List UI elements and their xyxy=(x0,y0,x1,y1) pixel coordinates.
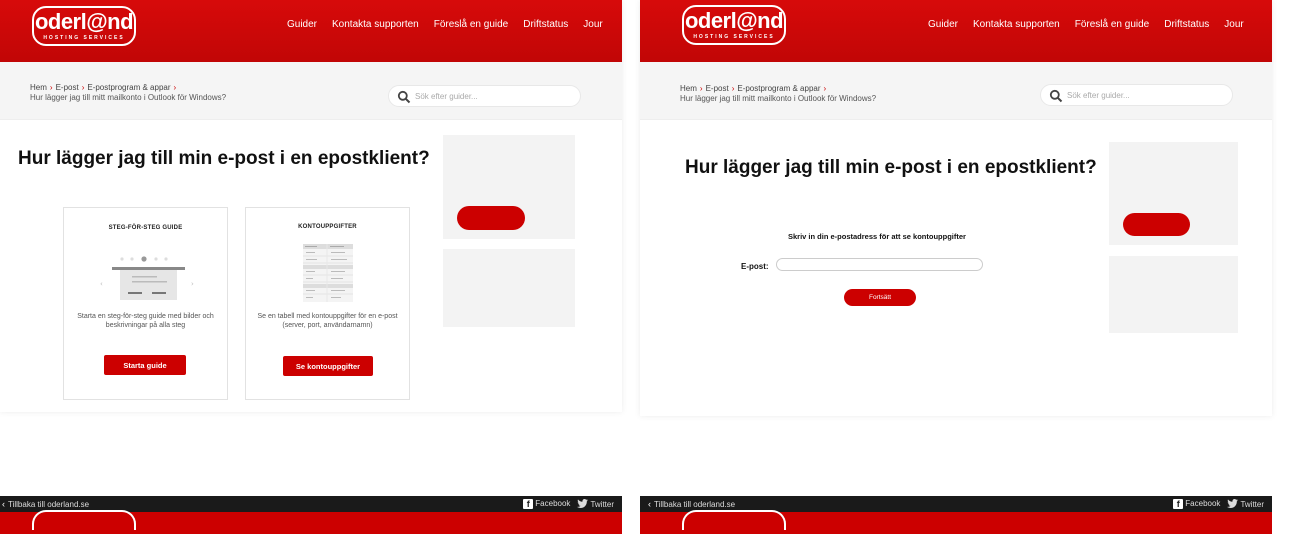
breadcrumb-epost[interactable]: E-post xyxy=(706,84,729,93)
nav-item-foresla-en-guide[interactable]: Föreslå en guide xyxy=(434,19,509,30)
back-to-oderland-link[interactable]: ‹ Tillbaka till oderland.se xyxy=(2,499,89,509)
show-account-details-button[interactable]: Se kontouppgifter xyxy=(283,356,373,376)
nav-item-driftstatus[interactable]: Driftstatus xyxy=(1164,19,1209,30)
chevron-right-icon: › xyxy=(81,83,85,92)
back-to-oderland-link[interactable]: ‹ Tillbaka till oderland.se xyxy=(648,499,735,509)
sidebar-placeholder-box xyxy=(443,249,575,327)
nav-item-kontakta-supporten[interactable]: Kontakta supporten xyxy=(332,19,419,30)
guide-card: STEG-FÖR-STEG GUIDE ‹ › Starta en steg-f… xyxy=(63,207,228,400)
sidebar-placeholder-box xyxy=(1109,256,1238,333)
breadcrumb-home[interactable]: Hem xyxy=(30,83,47,92)
social-links: f Facebook Twitter xyxy=(523,499,614,509)
svg-text:‹: ‹ xyxy=(100,280,103,288)
breadcrumb-current: Hur lägger jag till mitt mailkonto i Out… xyxy=(30,93,227,102)
page-frame-guide-choice: oderl@nd HOSTING SERVICES Guider Kontakt… xyxy=(0,0,622,412)
social-links: f Facebook Twitter xyxy=(1173,499,1264,509)
chevron-right-icon: › xyxy=(823,84,827,93)
breadcrumb: Hem › E-post › E-postprogram & appar › Hur lä… xyxy=(680,84,876,104)
card-heading: STEG-FÖR-STEG GUIDE xyxy=(108,225,183,231)
facebook-link[interactable]: f Facebook xyxy=(1173,499,1220,509)
oderland-logo[interactable] xyxy=(32,510,136,530)
search-box[interactable] xyxy=(388,85,581,107)
facebook-icon: f xyxy=(1173,499,1184,509)
back-link-label: Tillbaka till oderland.se xyxy=(654,500,736,509)
guide-illustration-icon: ‹ › xyxy=(100,256,194,300)
main-nav: Guider Kontakta supporten Föreslå en gui… xyxy=(928,19,1244,30)
nav-item-driftstatus[interactable]: Driftstatus xyxy=(523,19,568,30)
facebook-icon: f xyxy=(523,499,534,509)
breadcrumb-epost[interactable]: E-post xyxy=(56,83,79,92)
svg-text:›: › xyxy=(191,280,194,288)
main-nav: Guider Kontakta supporten Föreslå en gui… xyxy=(287,19,603,30)
logo-word: oderl@nd xyxy=(34,9,134,34)
twitter-label: Twitter xyxy=(1240,500,1264,509)
oderland-logo[interactable] xyxy=(682,510,786,530)
twitter-label: Twitter xyxy=(590,500,614,509)
nav-item-foresla-en-guide[interactable]: Föreslå en guide xyxy=(1075,19,1150,30)
page-frame-email-form: oderl@nd HOSTING SERVICES Guider Kontakt… xyxy=(640,0,1272,416)
search-icon xyxy=(397,90,411,104)
breadcrumb-epostprogram[interactable]: E-postprogram & appar xyxy=(87,83,170,92)
logo-tagline: HOSTING SERVICES xyxy=(43,35,125,41)
nav-item-kontakta-supporten[interactable]: Kontakta supporten xyxy=(973,19,1060,30)
search-input[interactable] xyxy=(415,89,575,104)
page-title: Hur lägger jag till min e-post i en epos… xyxy=(685,157,1097,178)
start-guide-button[interactable]: Starta guide xyxy=(104,355,186,375)
site-header: oderl@nd HOSTING SERVICES Guider Kontakt… xyxy=(640,0,1272,62)
breadcrumb: Hem › E-post › E-postprogram & appar › Hur lä… xyxy=(30,83,226,103)
facebook-label: Facebook xyxy=(535,499,571,508)
email-field[interactable] xyxy=(776,258,983,271)
breadcrumb-bar: Hem › E-post › E-postprogram & appar › Hur lä… xyxy=(640,62,1272,120)
account-details-card: KONTOUPPGIFTER Se en tabell med kontoupp… xyxy=(245,207,410,400)
search-input[interactable] xyxy=(1067,88,1227,103)
chevron-left-icon: ‹ xyxy=(2,499,5,509)
card-heading: KONTOUPPGIFTER xyxy=(298,224,357,230)
page-frame-with-topbar: ‹ Tillbaka till oderland.se f Facebook Twi… xyxy=(0,496,622,534)
twitter-link[interactable]: Twitter xyxy=(1227,499,1264,509)
nav-item-guider[interactable]: Guider xyxy=(928,19,958,30)
card-description: Se en tabell med kontouppgifter för en e… xyxy=(257,313,398,329)
twitter-link[interactable]: Twitter xyxy=(577,499,614,509)
page-frame-with-topbar: ‹ Tillbaka till oderland.se f Facebook Twi… xyxy=(640,496,1272,534)
continue-button[interactable]: Fortsätt xyxy=(844,289,916,306)
email-label: E-post: xyxy=(741,262,769,271)
nav-item-guider[interactable]: Guider xyxy=(287,19,317,30)
email-form-heading: Skriv in din e-postadress för att se kon… xyxy=(788,232,966,241)
sidebar-button[interactable] xyxy=(1123,213,1190,236)
facebook-link[interactable]: f Facebook xyxy=(523,499,570,509)
breadcrumb-home[interactable]: Hem xyxy=(680,84,697,93)
logo-tagline: HOSTING SERVICES xyxy=(693,34,775,40)
nav-item-jour[interactable]: Jour xyxy=(583,19,602,30)
twitter-icon xyxy=(1227,499,1239,508)
logo-word: oderl@nd xyxy=(684,8,784,33)
chevron-right-icon: › xyxy=(731,84,735,93)
card-description: Starta en steg-för-steg guide med bilder… xyxy=(77,313,214,329)
sidebar-button[interactable] xyxy=(457,206,525,230)
chevron-right-icon: › xyxy=(699,84,703,93)
breadcrumb-epostprogram[interactable]: E-postprogram & appar xyxy=(737,84,820,93)
breadcrumb-bar: Hem › E-post › E-postprogram & appar › Hur lä… xyxy=(0,62,622,120)
nav-item-jour[interactable]: Jour xyxy=(1224,19,1243,30)
search-icon xyxy=(1049,89,1063,103)
page-title: Hur lägger jag till min e-post i en epos… xyxy=(18,148,430,169)
oderland-logo[interactable]: oderl@nd HOSTING SERVICES xyxy=(32,6,136,46)
breadcrumb-current: Hur lägger jag till mitt mailkonto i Out… xyxy=(680,94,877,103)
site-header: oderl@nd HOSTING SERVICES Guider Kontakt… xyxy=(0,0,622,62)
facebook-label: Facebook xyxy=(1185,499,1221,508)
oderland-logo[interactable]: oderl@nd HOSTING SERVICES xyxy=(682,5,786,45)
twitter-icon xyxy=(577,499,589,508)
chevron-left-icon: ‹ xyxy=(648,499,651,509)
search-box[interactable] xyxy=(1040,84,1233,106)
chevron-right-icon: › xyxy=(49,83,53,92)
chevron-right-icon: › xyxy=(173,83,177,92)
back-link-label: Tillbaka till oderland.se xyxy=(8,500,90,509)
table-illustration-icon xyxy=(303,244,353,302)
screenshot-canvas: oderl@nd HOSTING SERVICES Guider Kontakt… xyxy=(0,0,1292,534)
